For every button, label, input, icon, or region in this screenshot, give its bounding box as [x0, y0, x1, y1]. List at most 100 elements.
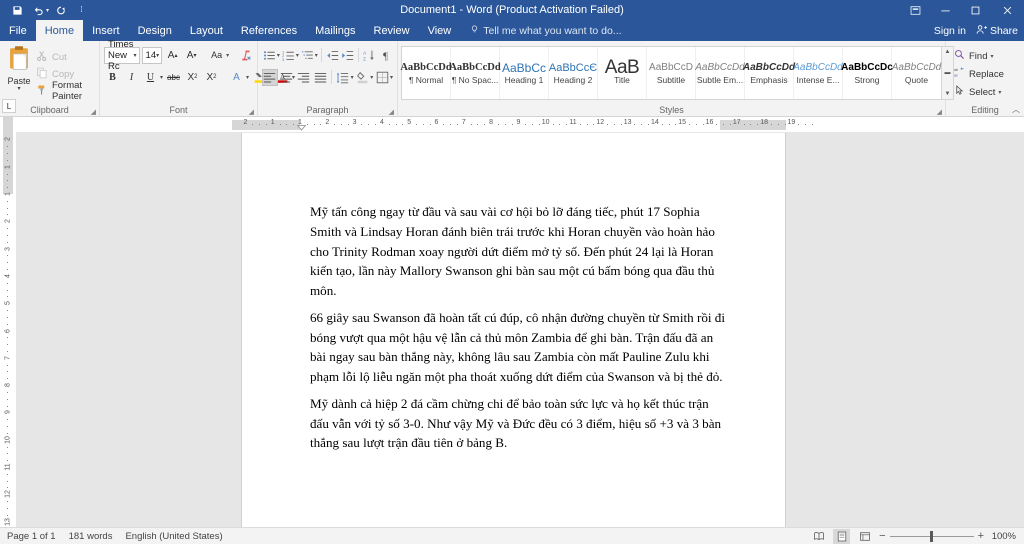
share-button[interactable]: Share	[976, 24, 1018, 38]
show-formatting-marks-icon[interactable]: ¶	[378, 47, 393, 64]
numbering-icon[interactable]: 123	[281, 47, 296, 64]
ruler-tick	[661, 124, 663, 125]
font-name-combobox[interactable]: Times New Rc ▾	[104, 39, 140, 72]
grow-font-icon[interactable]: A ▴	[164, 47, 181, 64]
right-indent-marker[interactable]	[718, 126, 727, 132]
clear-all-formatting-icon[interactable]	[237, 47, 254, 64]
style-heading-1[interactable]: AaBbCс Heading 1	[500, 47, 549, 99]
text-effects-icon[interactable]: A	[228, 69, 245, 86]
ribbon-display-options-icon[interactable]	[900, 0, 930, 20]
customize-quick-access-toolbar-icon[interactable]: ⁞	[72, 1, 91, 19]
read-mode-icon[interactable]	[810, 529, 827, 544]
format-painter-button[interactable]: Format Painter	[36, 80, 95, 102]
vertical-ruler-tick	[7, 262, 8, 264]
shading-icon[interactable]	[355, 69, 371, 86]
tab-home[interactable]: Home	[35, 20, 84, 41]
zoom-level[interactable]: 100%	[990, 531, 1016, 542]
maximize-restore-button[interactable]	[960, 0, 990, 20]
document-text[interactable]: Mỹ tấn công ngay từ đầu và sau vài cơ hộ…	[310, 202, 730, 460]
multilevel-list-icon[interactable]	[300, 47, 315, 64]
find-button[interactable]: Find ▾	[954, 48, 1004, 64]
style-subtitle[interactable]: AaBbCcD Subtitle	[647, 47, 696, 99]
tab-references[interactable]: References	[232, 20, 306, 41]
document-workspace[interactable]: Mỹ tấn công ngay từ đầu và sau vài cơ hộ…	[16, 133, 1024, 527]
bullets-icon[interactable]	[262, 47, 277, 64]
increase-indent-icon[interactable]	[341, 47, 356, 64]
print-layout-icon[interactable]	[833, 528, 851, 544]
justify-icon[interactable]	[312, 69, 328, 86]
replace-button[interactable]: ab ac Replace	[954, 66, 1004, 82]
tab-selector-button[interactable]: L	[2, 99, 16, 113]
style-subtle-emphasis[interactable]: AaBbCcDd Subtle Em...	[695, 47, 745, 99]
document-paragraph[interactable]: 66 giây sau Swanson đã hoàn tất cú đúp, …	[310, 308, 730, 387]
style-emphasis[interactable]: AaBbCcDd Emphasis	[743, 47, 795, 99]
vertical-ruler-tick	[7, 371, 8, 373]
underline-dropdown-icon[interactable]: ▾	[160, 74, 163, 81]
style-intense-emphasis[interactable]: AaBbCcDd Intense E...	[793, 47, 843, 99]
subscript-icon[interactable]: X2	[184, 69, 201, 86]
document-paragraph[interactable]: Mỹ dành cả hiệp 2 đá cầm chừng chi để bả…	[310, 394, 730, 453]
redo-icon[interactable]	[51, 1, 70, 19]
align-left-icon[interactable]	[262, 68, 278, 86]
style-heading-2[interactable]: AaBbCcЄ Heading 2	[549, 47, 598, 99]
italic-icon[interactable]: I	[123, 69, 140, 86]
close-button[interactable]	[990, 0, 1024, 20]
collapse-ribbon-icon[interactable]: ︿	[1012, 104, 1020, 115]
tab-review[interactable]: Review	[365, 20, 419, 41]
save-icon[interactable]	[8, 1, 27, 19]
document-paragraph[interactable]: Mỹ tấn công ngay từ đầu và sau vài cơ hộ…	[310, 202, 730, 301]
word-count[interactable]: 181 words	[69, 531, 113, 542]
vertical-ruler-tick	[7, 173, 8, 175]
minimize-button[interactable]	[930, 0, 960, 20]
find-dropdown-icon[interactable]: ▾	[990, 53, 993, 60]
decrease-indent-icon[interactable]	[325, 47, 340, 64]
document-page[interactable]: Mỹ tấn công ngay từ đầu và sau vài cơ hộ…	[242, 133, 785, 527]
paste-dropdown-icon[interactable]: ▾	[17, 86, 20, 92]
select-dropdown-icon[interactable]: ▾	[998, 89, 1001, 96]
superscript-icon[interactable]: X2	[203, 69, 220, 86]
ruler-tick	[757, 124, 759, 125]
format-painter-label: Format Painter	[51, 80, 83, 102]
zoom-slider-track[interactable]	[889, 530, 974, 542]
change-case-icon[interactable]: Aa	[208, 47, 225, 64]
vertical-ruler-tick	[7, 296, 8, 298]
cut-button[interactable]: Cut	[36, 49, 95, 65]
style-normal[interactable]: AaBbCcDd ¶ Normal	[400, 47, 452, 99]
tab-layout[interactable]: Layout	[181, 20, 232, 41]
zoom-out-button[interactable]: −	[879, 530, 885, 542]
sort-icon[interactable]: AZ	[362, 47, 377, 64]
horizontal-ruler[interactable]: 2 1 1 2 3 4 5 6 7 8 9 10 11 12 13 14 15 16 17 18 19	[0, 117, 1024, 133]
strikethrough-icon[interactable]: abc	[165, 69, 182, 86]
tab-file[interactable]: File	[0, 20, 36, 41]
vertical-ruler-tick	[7, 460, 8, 462]
bold-icon[interactable]: B	[104, 69, 121, 86]
style-quote[interactable]: AaBbCcDd Quote	[892, 47, 941, 99]
tab-design[interactable]: Design	[129, 20, 181, 41]
font-size-combobox[interactable]: 14 ▾	[141, 46, 163, 64]
tab-mailings[interactable]: Mailings	[306, 20, 364, 41]
line-and-paragraph-spacing-icon[interactable]	[335, 69, 351, 86]
language-indicator[interactable]: English (United States)	[125, 531, 222, 542]
shrink-font-icon[interactable]: A ▾	[183, 47, 200, 64]
page-indicator[interactable]: Page 1 of 1	[7, 531, 56, 542]
ruler-tick	[675, 124, 677, 125]
zoom-in-button[interactable]: +	[978, 530, 984, 542]
tell-me-search[interactable]: Tell me what you want to do...	[460, 20, 622, 41]
borders-icon[interactable]	[374, 69, 390, 86]
align-center-icon[interactable]	[279, 69, 295, 86]
paste-button[interactable]: Paste ▾	[4, 44, 34, 104]
zoom-control[interactable]: − +	[879, 530, 984, 542]
zoom-slider-thumb[interactable]	[929, 531, 933, 542]
underline-icon[interactable]: U	[142, 69, 159, 86]
web-layout-icon[interactable]	[856, 529, 873, 544]
style-title[interactable]: AaB Title	[598, 47, 647, 99]
ruler-tick-label: 10	[541, 119, 550, 126]
sign-in-link[interactable]: Sign in	[934, 25, 966, 37]
style-strong[interactable]: AaBbCcDc Strong	[841, 47, 893, 99]
select-button[interactable]: Select ▾	[954, 84, 1004, 100]
vertical-ruler[interactable]: 2 1 1 2 3 4 5 6 7 8 9 10 11 12 13	[0, 117, 16, 527]
undo-dropdown-icon[interactable]: ▾	[46, 7, 49, 14]
align-right-icon[interactable]	[296, 69, 312, 86]
tab-view[interactable]: View	[419, 20, 461, 41]
style-no-spacing[interactable]: AaBbCcDd ¶ No Spac...	[449, 47, 501, 99]
